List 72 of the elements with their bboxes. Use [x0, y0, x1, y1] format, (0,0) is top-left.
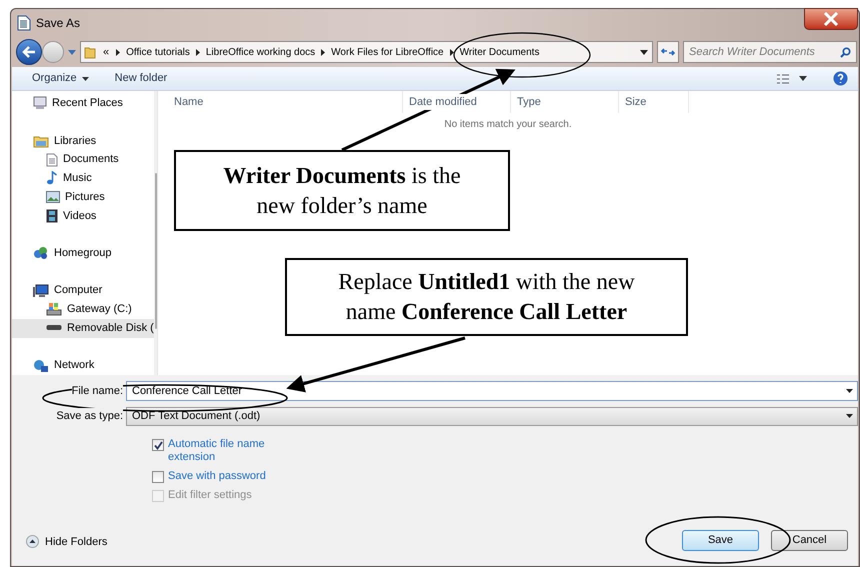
view-icon[interactable]: [777, 74, 789, 84]
chevron-icon[interactable]: [116, 48, 120, 56]
search-placeholder: Search Writer Documents: [689, 44, 816, 60]
document-icon: [46, 152, 58, 167]
breadcrumb[interactable]: LibreOffice working docs: [206, 44, 316, 60]
network-icon: [33, 358, 49, 373]
recent-places-icon: [33, 96, 47, 110]
nav-item[interactable]: Removable Disk (: [12, 318, 154, 338]
caret-icon[interactable]: [799, 76, 807, 81]
nav-item[interactable]: Libraries: [12, 131, 154, 150]
close-icon: [823, 12, 839, 26]
nav-item[interactable]: Pictures: [12, 188, 154, 206]
callout-text: Replace Untitled1 with the new name Conference Call Letter: [337, 268, 636, 326]
collapse-icon[interactable]: [26, 535, 39, 548]
refresh-button[interactable]: [657, 41, 679, 63]
chevron-icon[interactable]: [450, 48, 454, 56]
checkbox-label[interactable]: Automatic file name extension: [168, 438, 288, 464]
checkbox-label[interactable]: Save with password: [168, 470, 288, 483]
column-header[interactable]: Date modified: [409, 94, 477, 110]
breadcrumb-overflow[interactable]: «: [103, 44, 110, 60]
nav-item[interactable]: Recent Places: [12, 94, 154, 113]
picture-icon: [46, 191, 60, 204]
left-arrow-icon: [22, 46, 36, 58]
document-icon: [17, 15, 31, 31]
save-type-value: ODF Text Document (.odt): [132, 408, 262, 424]
dropdown-caret-icon[interactable]: [846, 389, 853, 393]
breadcrumb[interactable]: Writer Documents: [460, 44, 540, 60]
dropdown-caret-icon[interactable]: [640, 50, 648, 54]
callout-text: Writer Documents is the new folder’s name: [222, 162, 462, 220]
homegroup-icon: [33, 246, 49, 260]
nav-item[interactable]: Network: [12, 356, 154, 376]
computer-icon: [33, 284, 49, 298]
file-name-field[interactable]: Conference Call Letter: [126, 381, 858, 401]
save-button[interactable]: Save: [682, 530, 759, 551]
dropdown-caret-icon[interactable]: [846, 414, 853, 418]
checkbox[interactable]: [152, 439, 164, 451]
nav-item[interactable]: Videos: [12, 206, 154, 226]
cancel-button[interactable]: Cancel: [771, 530, 848, 551]
refresh-icon: [661, 47, 675, 57]
close-button[interactable]: [804, 8, 858, 30]
window-title: Save As: [36, 15, 80, 32]
save-type-dropdown[interactable]: ODF Text Document (.odt): [126, 406, 858, 426]
checkbox-label: Edit filter settings: [168, 489, 253, 502]
breadcrumb[interactable]: Work Files for LibreOffice: [331, 44, 444, 60]
nav-item[interactable]: Gateway (C:): [12, 300, 154, 319]
back-button[interactable]: [16, 39, 42, 65]
checkbox[interactable]: [152, 471, 164, 483]
nav-item[interactable]: Computer: [12, 281, 154, 300]
folder-icon: [84, 45, 96, 59]
chevron-icon[interactable]: [196, 48, 200, 56]
music-note-icon: [46, 171, 58, 186]
save-type-label: Save as type:: [56, 408, 123, 424]
empty-message: No items match your search.: [443, 118, 573, 132]
hide-folders-link[interactable]: Hide Folders: [45, 534, 108, 550]
help-icon[interactable]: [833, 71, 848, 86]
search-field[interactable]: Search Writer Documents: [683, 41, 857, 63]
nav-item[interactable]: Homegroup: [12, 244, 154, 263]
nav-item[interactable]: Documents: [12, 150, 154, 169]
caret-icon: [82, 76, 89, 80]
file-name-value: Conference Call Letter: [132, 384, 244, 399]
breadcrumb[interactable]: Office tutorials: [126, 44, 190, 60]
folder-icon: [33, 134, 49, 148]
toolbar-button[interactable]: New folder: [114, 70, 168, 87]
disk-drive-icon: [46, 324, 62, 332]
drive-icon: [46, 302, 62, 316]
address-bar[interactable]: « Office tutorials LibreOffice working docs Work Files for LibreOffice Writer Documents: [80, 41, 653, 63]
check-icon: [154, 440, 162, 450]
search-icon[interactable]: [840, 46, 851, 58]
organize-menu[interactable]: Organize: [32, 70, 89, 87]
chevron-icon[interactable]: [321, 48, 326, 56]
film-icon: [46, 208, 58, 223]
nav-item[interactable]: Music: [12, 168, 154, 188]
